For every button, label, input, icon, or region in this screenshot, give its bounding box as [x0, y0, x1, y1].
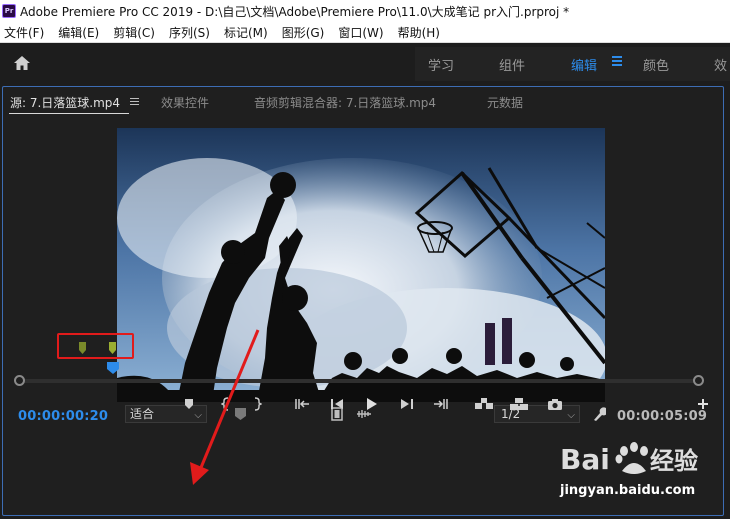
add-marker-button[interactable] [183, 396, 195, 412]
time-ruler[interactable] [14, 375, 704, 387]
plus-icon [698, 399, 708, 409]
panel-tab-bar: 源: 7.日落篮球.mp4 效果控件 音频剪辑混合器: 7.日落篮球.mp4 元… [3, 87, 723, 115]
step-back-icon [331, 399, 343, 409]
workspace-tab-effects[interactable]: 效 [714, 55, 727, 74]
playhead-icon[interactable] [106, 361, 120, 375]
go-to-out-icon [434, 399, 448, 409]
video-preview[interactable] [117, 128, 605, 402]
menu-sequence[interactable]: 序列(S) [165, 24, 214, 41]
source-monitor-panel: 源: 7.日落篮球.mp4 效果控件 音频剪辑混合器: 7.日落篮球.mp4 元… [2, 86, 724, 516]
home-button[interactable] [8, 51, 36, 75]
zoom-handle-icon[interactable] [234, 407, 247, 421]
step-forward-button[interactable] [399, 396, 415, 412]
mark-out-icon [254, 397, 262, 411]
home-icon [14, 56, 30, 70]
workspace-tab-assembly[interactable]: 组件 [499, 55, 525, 74]
workspace-bar: 学习 组件 编辑 颜色 效 [0, 43, 730, 83]
active-tab-underline [9, 113, 129, 114]
playback-resolution-select[interactable]: 1/2 ⌵ [494, 405, 580, 423]
annotation-highlight-box [57, 333, 134, 359]
mark-out-button[interactable] [251, 396, 263, 412]
workspace-tab-color[interactable]: 颜色 [643, 55, 669, 74]
menu-help[interactable]: 帮助(H) [394, 24, 444, 41]
chevron-down-icon: ⌵ [567, 410, 575, 421]
export-frame-button[interactable] [546, 396, 564, 412]
overwrite-icon [510, 398, 528, 410]
menu-clip[interactable]: 剪辑(C) [109, 24, 159, 41]
mark-in-button[interactable] [220, 396, 232, 412]
tab-effect-controls[interactable]: 效果控件 [161, 94, 209, 111]
menu-bar: 文件(F) 编辑(E) 剪辑(C) 序列(S) 标记(M) 图形(G) 窗口(W… [0, 22, 730, 43]
go-to-in-button[interactable] [294, 396, 312, 412]
menu-edit[interactable]: 编辑(E) [54, 24, 103, 41]
clip-marker-2-icon[interactable] [109, 342, 116, 354]
tab-audio-clip-mixer[interactable]: 音频剪辑混合器: 7.日落篮球.mp4 [254, 94, 436, 111]
panel-menu-icon[interactable] [130, 98, 139, 106]
play-button[interactable] [364, 396, 380, 412]
title-bar: Pr Adobe Premiere Pro CC 2019 - D:\自己\文档… [0, 0, 730, 22]
playhead-timecode[interactable]: 00:00:00:20 [18, 409, 108, 424]
chevron-down-icon: ⌵ [194, 410, 202, 421]
tab-source[interactable]: 源: 7.日落篮球.mp4 [10, 94, 120, 111]
insert-button[interactable] [474, 396, 494, 412]
overwrite-button[interactable] [509, 396, 529, 412]
mark-in-icon [221, 397, 229, 411]
play-icon [367, 398, 377, 410]
timeline-track [20, 379, 698, 383]
camera-icon [548, 398, 562, 410]
step-back-button[interactable] [329, 396, 345, 412]
button-editor-button[interactable] [696, 396, 710, 412]
settings-wrench-icon[interactable] [592, 406, 606, 422]
zoom-end-handle[interactable] [693, 375, 704, 386]
menu-window[interactable]: 窗口(W) [334, 24, 387, 41]
go-to-in-icon [295, 399, 309, 409]
video-frame-image [117, 128, 605, 402]
zoom-start-handle[interactable] [14, 375, 25, 386]
workspace-tab-editing[interactable]: 编辑 [571, 55, 597, 74]
go-to-out-button[interactable] [431, 396, 449, 412]
duration-timecode: 00:00:05:09 [617, 409, 708, 424]
workspace-tab-learn[interactable]: 学习 [428, 55, 454, 74]
menu-graphics[interactable]: 图形(G) [278, 24, 329, 41]
premiere-logo-icon: Pr [2, 4, 16, 18]
insert-icon [475, 398, 493, 409]
tab-metadata[interactable]: 元数据 [487, 94, 523, 111]
menu-marker[interactable]: 标记(M) [220, 24, 272, 41]
marker-icon [185, 399, 193, 409]
fit-select-value: 适合 [130, 407, 155, 421]
clip-marker-1-icon[interactable] [79, 342, 86, 354]
window-title: Adobe Premiere Pro CC 2019 - D:\自己\文档\Ad… [20, 4, 570, 19]
step-forward-icon [401, 399, 413, 409]
menu-file[interactable]: 文件(F) [0, 24, 48, 41]
workspace-menu-icon[interactable] [612, 56, 622, 66]
